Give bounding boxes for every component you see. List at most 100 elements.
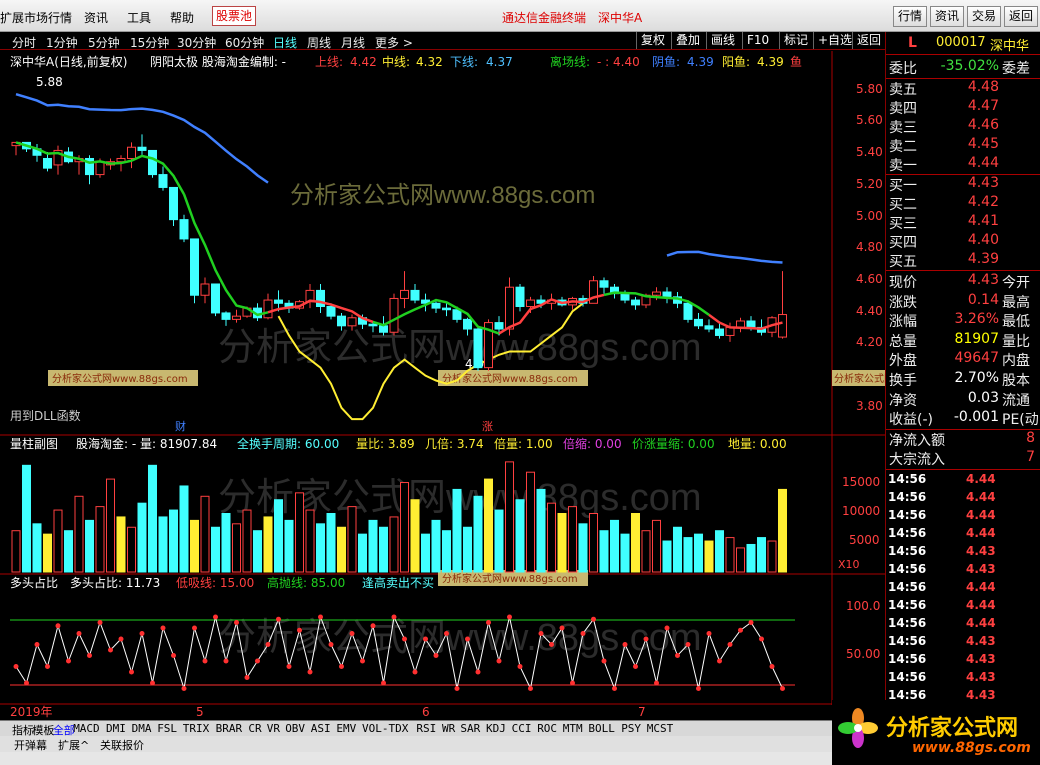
date-tick: 2019年 — [10, 705, 53, 719]
ask-price: 4.44 — [967, 155, 999, 171]
osc-panel-name: 多头占比 — [10, 575, 58, 590]
tick-row[interactable]: 14:56 4.43 — [886, 544, 1040, 563]
price-tick: 4.40 — [856, 304, 883, 318]
period-60min[interactable]: 60分钟 — [225, 34, 264, 51]
tick-row[interactable]: 14:56 4.43 — [886, 634, 1040, 653]
bull-ratio-point — [612, 686, 617, 691]
candle-body — [599, 280, 609, 288]
bull-ratio-point — [769, 664, 775, 669]
candle-body — [347, 317, 357, 327]
tick-row[interactable]: 14:56 4.44 — [886, 598, 1040, 617]
tab-vol-tdx[interactable]: VOL-TDX — [362, 722, 408, 735]
bid-label: 买五 — [889, 254, 917, 270]
period-monthly[interactable]: 月线 — [341, 34, 365, 51]
tick-row[interactable]: 14:56 4.43 — [886, 652, 1040, 671]
trade-button[interactable]: 交易 — [967, 6, 1001, 27]
menu-help[interactable]: 帮助 — [170, 9, 194, 26]
period-more[interactable]: 更多 > — [375, 34, 413, 51]
period-5min[interactable]: 5分钟 — [88, 34, 120, 51]
tab-cci[interactable]: CCI — [512, 722, 532, 735]
tab-mcst[interactable]: MCST — [647, 722, 674, 735]
bid-label: 买三 — [889, 216, 917, 232]
tab-boll[interactable]: BOLL — [588, 722, 615, 735]
ask-row: 卖二 4.45 — [886, 136, 1040, 155]
tab-mtm[interactable]: MTM — [563, 722, 583, 735]
volume-bar — [169, 509, 178, 573]
osc-title: 多头占比 多头占比: 11.73 低吸线: 15.00 高抛线: 85.00 逢… — [10, 575, 434, 590]
tick-row[interactable]: 14:56 4.44 — [886, 580, 1040, 599]
related-quote[interactable]: 关联报价 — [100, 737, 144, 753]
volume-bar — [326, 513, 336, 573]
add-favorite-button[interactable]: +自选 — [813, 32, 856, 49]
tab-kdj[interactable]: KDJ — [486, 722, 506, 735]
expand-toggle[interactable]: 扩展^ — [58, 737, 89, 753]
bull-ratio-point — [265, 642, 271, 647]
stat-label: 净资 — [889, 392, 917, 409]
fuquan-button[interactable]: 复权 — [636, 32, 669, 49]
tab-obv[interactable]: OBV — [285, 722, 305, 735]
return-button[interactable]: 返回 — [852, 32, 885, 49]
period-daily[interactable]: 日线 — [273, 34, 297, 51]
volume-bar — [442, 530, 451, 573]
tick-row[interactable]: 14:56 4.43 — [886, 562, 1040, 581]
date-axis: 2019年 5 6 7 — [10, 705, 646, 719]
news-button[interactable]: 资讯 — [930, 6, 964, 27]
tab-dma[interactable]: DMA — [132, 722, 152, 735]
tab-brar[interactable]: BRAR — [216, 722, 243, 735]
period-fenshi[interactable]: 分时 — [12, 34, 36, 51]
overlay-button[interactable]: 叠加 — [671, 32, 704, 49]
period-weekly[interactable]: 周线 — [307, 34, 331, 51]
ask-label: 卖五 — [889, 82, 917, 98]
finance-flag[interactable]: 财 — [175, 419, 186, 433]
menu-ext-market[interactable]: 扩展市场行情 — [0, 9, 72, 26]
volume-panel-name: 量柱副图 — [10, 436, 58, 451]
mark-button[interactable]: 标记 — [779, 32, 812, 49]
volume-bar — [179, 485, 189, 573]
bull-ratio-point — [349, 631, 355, 636]
tab-roc[interactable]: ROC — [537, 722, 557, 735]
tick-row[interactable]: 14:56 4.44 — [886, 472, 1040, 491]
tab-trix[interactable]: TRIX — [183, 722, 210, 735]
back-button[interactable]: 返回 — [1004, 6, 1038, 27]
stock-pool-button[interactable]: 股票池 — [212, 6, 256, 26]
bull-ratio-point — [738, 627, 743, 633]
tick-time: 14:56 — [888, 526, 927, 540]
tab-sar[interactable]: SAR — [460, 722, 480, 735]
tab-fsl[interactable]: FSL — [157, 722, 177, 735]
draw-button[interactable]: 画线 — [706, 32, 739, 49]
bid-label: 买二 — [889, 197, 917, 213]
f10-button[interactable]: F10 — [742, 32, 773, 49]
bid-price: 4.42 — [967, 194, 999, 210]
danmu-toggle[interactable]: 开弹幕 — [14, 737, 47, 753]
tick-time: 14:56 — [888, 544, 927, 558]
rise-flag[interactable]: 涨 — [482, 420, 493, 433]
tab-asi[interactable]: ASI — [311, 722, 331, 735]
tick-row[interactable]: 14:56 4.44 — [886, 526, 1040, 545]
tick-price: 4.44 — [966, 616, 996, 630]
tab-wr[interactable]: WR — [442, 722, 455, 735]
volume-bar — [431, 519, 441, 573]
menu-news[interactable]: 资讯 — [84, 9, 108, 26]
tab-dmi[interactable]: DMI — [106, 722, 126, 735]
tick-row[interactable]: 14:56 4.44 — [886, 616, 1040, 635]
period-1min[interactable]: 1分钟 — [46, 34, 78, 51]
tick-row[interactable]: 14:56 4.44 — [886, 508, 1040, 527]
period-30min[interactable]: 30分钟 — [177, 34, 216, 51]
kline-chart[interactable]: 分析家公式网www.88gs.com 分析家公式网www.88gs.com 分析… — [0, 51, 885, 723]
tab-vr[interactable]: VR — [267, 722, 280, 735]
tab-rsi[interactable]: RSI — [416, 722, 436, 735]
period-15min[interactable]: 15分钟 — [130, 34, 169, 51]
tab-emv[interactable]: EMV — [336, 722, 356, 735]
tab-cr[interactable]: CR — [248, 722, 261, 735]
bull-ratio-point — [150, 680, 155, 686]
tick-row[interactable]: 14:56 4.43 — [886, 670, 1040, 689]
bull-ratio-point — [297, 627, 302, 633]
tick-row[interactable]: 14:56 4.44 — [886, 490, 1040, 509]
volume-bar — [652, 519, 661, 573]
bull-ratio-point — [13, 664, 19, 669]
quote-button[interactable]: 行情 — [893, 6, 927, 27]
menu-tools[interactable]: 工具 — [127, 9, 151, 26]
tab-psy[interactable]: PSY — [621, 722, 641, 735]
tab-macd[interactable]: MACD — [73, 722, 100, 735]
bid-price: 4.40 — [967, 232, 999, 248]
